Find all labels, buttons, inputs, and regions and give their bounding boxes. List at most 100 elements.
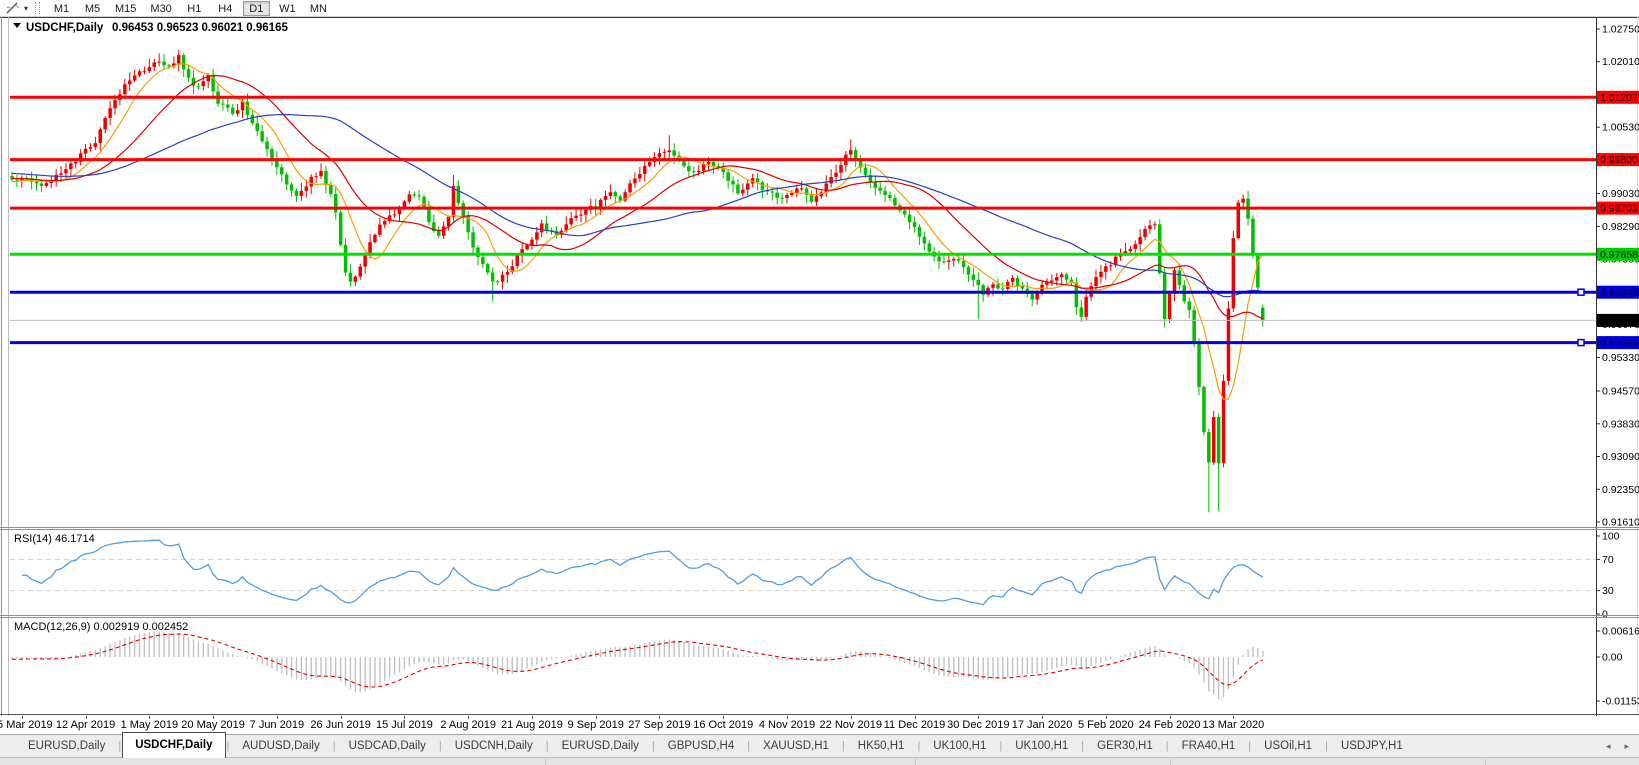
candle-body <box>108 108 112 118</box>
candle-body <box>795 188 799 193</box>
candle-body <box>305 186 309 191</box>
price-tick-label: 0.92350 <box>1602 484 1639 496</box>
date-label: 5 Feb 2020 <box>1078 719 1134 731</box>
timeframe-button-m1[interactable]: M1 <box>48 1 75 16</box>
chart-tab-usdchf-daily[interactable]: USDCHF,Daily <box>122 732 225 758</box>
chart-tab-uk100-h1[interactable]: UK100,H1 <box>921 735 998 757</box>
candle-body <box>883 191 887 195</box>
price-tick-label: 1.02750 <box>1602 24 1639 36</box>
candle-body <box>1192 310 1196 343</box>
candle-body <box>447 217 451 227</box>
candle-body <box>726 172 730 181</box>
right-arrow-icon[interactable]: ▸ <box>1624 741 1629 752</box>
date-label: 4 Nov 2019 <box>759 719 815 731</box>
candle-body <box>1138 237 1142 244</box>
rsi-tick-label: 0 <box>1602 609 1608 621</box>
chart-tab-audusd-daily[interactable]: AUDUSD,Daily <box>230 735 331 757</box>
candle-body <box>162 62 166 66</box>
candle-body <box>251 115 255 123</box>
candle-body <box>408 194 412 201</box>
candle-body <box>501 275 505 282</box>
chart-tab-fra40-h1[interactable]: FRA40,H1 <box>1170 735 1248 757</box>
left-arrow-icon[interactable]: ◂ <box>1606 741 1611 752</box>
candle-body <box>413 194 417 195</box>
rsi-tick-label: 100 <box>1602 531 1620 543</box>
toolbar-grip[interactable] <box>35 2 40 14</box>
candle-body <box>128 81 132 85</box>
candle-body <box>1168 294 1172 319</box>
date-label: 2 Aug 2019 <box>440 719 496 731</box>
candle-body <box>256 123 260 131</box>
candle-body <box>310 177 314 187</box>
chart-tab-hk50-h1[interactable]: HK50,H1 <box>846 735 917 757</box>
candle-body <box>1016 278 1020 286</box>
candle-body <box>40 184 44 186</box>
candle-body <box>810 195 814 202</box>
candle-body <box>525 245 529 249</box>
candle-body <box>427 209 431 223</box>
chart-tab-uk100-h1[interactable]: UK100,H1 <box>1003 735 1080 757</box>
timeframe-button-h4[interactable]: H4 <box>212 1 239 16</box>
candle-body <box>265 141 269 149</box>
candle-body <box>1188 302 1192 311</box>
candle-body <box>45 183 49 186</box>
date-axis[interactable]: 25 Mar 201912 Apr 20191 May 201920 May 2… <box>0 716 1639 734</box>
candle-body <box>1222 381 1226 463</box>
candle-body <box>633 179 637 184</box>
candle-body <box>1104 266 1108 272</box>
candle-body <box>1109 265 1113 266</box>
candle-body <box>736 185 740 194</box>
timeframe-button-mn[interactable]: MN <box>305 1 332 16</box>
candle-body <box>457 186 461 203</box>
status-bar-separator <box>545 759 546 765</box>
line-handle[interactable] <box>1578 340 1584 346</box>
candle-body <box>692 171 696 172</box>
candle-body <box>1148 225 1152 229</box>
candle-body <box>349 273 353 282</box>
candle-body <box>672 150 676 155</box>
chart-tab-usdcnh-daily[interactable]: USDCNH,Daily <box>443 735 545 757</box>
line-handle[interactable] <box>1578 289 1584 295</box>
candle-body <box>849 150 853 155</box>
candle-body <box>280 167 284 174</box>
chart-tab-usdcad-daily[interactable]: USDCAD,Daily <box>337 735 438 757</box>
candle-body <box>64 169 68 173</box>
candle-body <box>967 267 971 275</box>
chart-tab-eurusd-daily[interactable]: EURUSD,Daily <box>16 735 117 757</box>
candle-body <box>530 240 534 246</box>
candle-body <box>462 203 466 216</box>
candle-body <box>334 194 338 212</box>
chart-tab-usdjpy-h1[interactable]: USDJPY,H1 <box>1329 735 1415 757</box>
chart-tab-usoil-h1[interactable]: USOil,H1 <box>1252 735 1324 757</box>
candle-body <box>363 254 367 266</box>
price-level-label-text: 0.95663 <box>1600 337 1638 349</box>
timeframe-button-h1[interactable]: H1 <box>181 1 208 16</box>
chart-title-symbol: USDCHF,Daily <box>26 22 104 34</box>
timeframe-button-m30[interactable]: M30 <box>145 1 176 16</box>
price-level-label-text: 0.96803 <box>1600 287 1638 299</box>
price-tick-label: 1.00530 <box>1602 122 1639 134</box>
candle-body <box>972 275 976 280</box>
chart-tab-eurusd-daily[interactable]: EURUSD,Daily <box>550 735 651 757</box>
candle-body <box>339 212 343 245</box>
candle-body <box>648 162 652 166</box>
candle-body <box>103 118 107 129</box>
line-studies-cursor-icon[interactable] <box>3 1 21 16</box>
candle-body <box>878 188 882 191</box>
status-bar-separator <box>915 759 916 765</box>
chart-canvas[interactable]: USDCHF,Daily0.96453 0.96523 0.96021 0.96… <box>0 17 1639 716</box>
chart-tab-ger30-h1[interactable]: GER30,H1 <box>1085 735 1165 757</box>
date-label: 24 Feb 2020 <box>1139 719 1201 731</box>
candle-body <box>668 150 672 152</box>
timeframe-button-m5[interactable]: M5 <box>79 1 106 16</box>
timeframe-button-w1[interactable]: W1 <box>274 1 301 16</box>
timeframe-button-m15[interactable]: M15 <box>110 1 141 16</box>
candle-body <box>952 259 956 260</box>
candle-body <box>697 171 701 172</box>
chart-tab-gbpusd-h4[interactable]: GBPUSD,H4 <box>656 735 746 757</box>
price-tick-label: 0.93090 <box>1602 451 1639 463</box>
timeframe-button-d1[interactable]: D1 <box>243 1 270 16</box>
dropdown-caret-icon[interactable]: ▾ <box>21 4 31 13</box>
candle-body <box>133 75 137 80</box>
chart-tab-xauusd-h1[interactable]: XAUUSD,H1 <box>751 735 841 757</box>
